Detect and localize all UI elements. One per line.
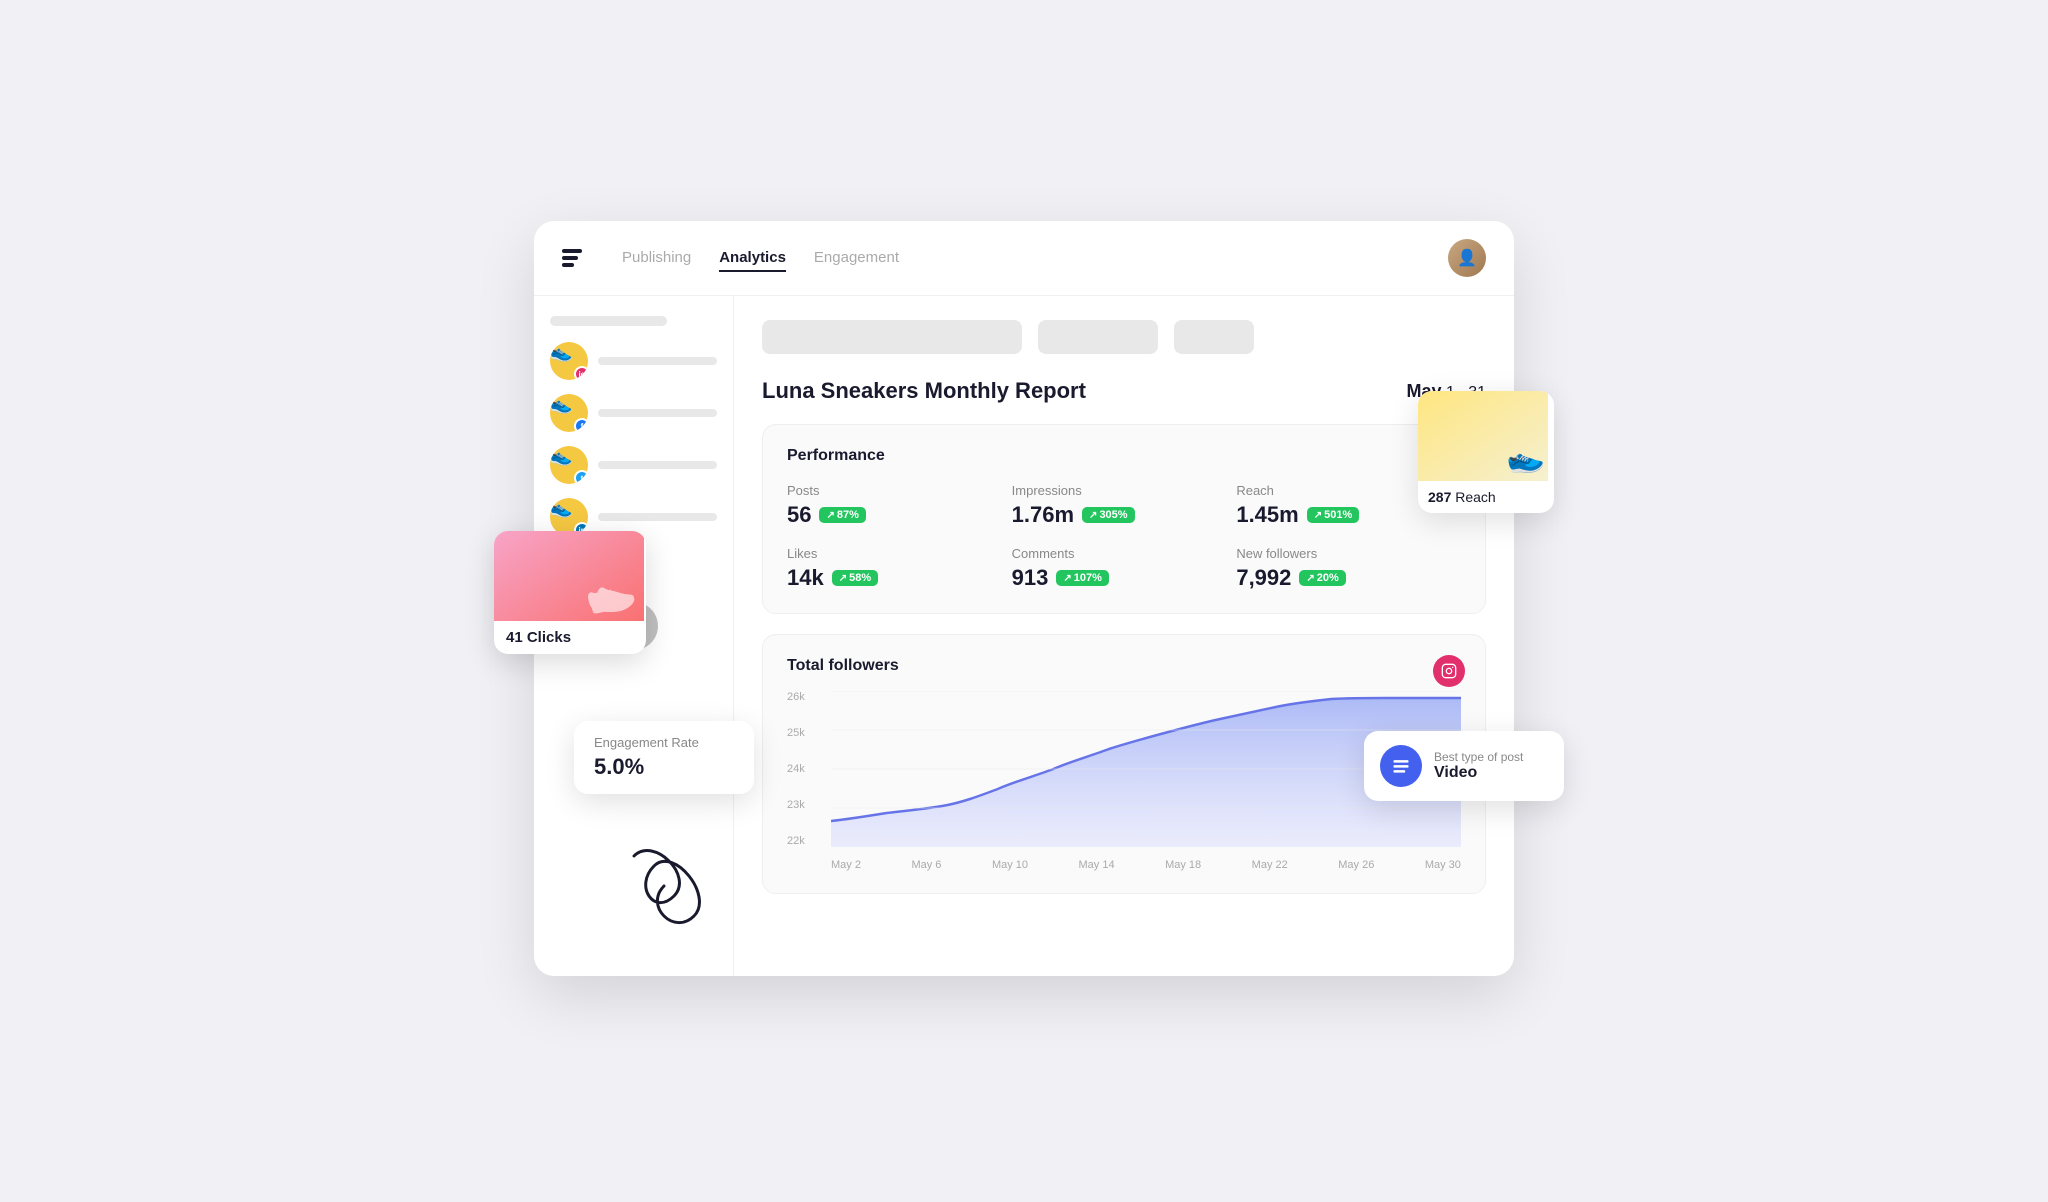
filter-skeleton-2 — [1038, 320, 1158, 354]
nav-tabs: Publishing Analytics Engagement — [622, 245, 1418, 272]
x-label-may10: May 10 — [992, 859, 1028, 871]
account-line-2 — [598, 409, 717, 417]
metric-posts: Posts 56 87% — [787, 483, 1012, 528]
best-post-label: Best type of post — [1434, 750, 1523, 764]
account-line-3 — [598, 461, 717, 469]
main-card: Publishing Analytics Engagement 👤 👟 ig — [534, 221, 1514, 976]
performance-title: Performance — [787, 447, 1461, 465]
metric-comments-value: 913 — [1012, 565, 1049, 591]
fb-badge: f — [574, 418, 588, 432]
account-line-4 — [598, 513, 717, 521]
x-label-may30: May 30 — [1425, 859, 1461, 871]
top-nav: Publishing Analytics Engagement 👤 — [534, 221, 1514, 296]
metric-likes-value: 14k — [787, 565, 824, 591]
tw-badge: t — [574, 470, 588, 484]
y-label-25k: 25k — [787, 727, 827, 739]
metric-impressions-badge: 305% — [1082, 507, 1135, 523]
reach-card-label: 287 Reach — [1418, 481, 1554, 513]
metric-likes-value-row: 14k 58% — [787, 565, 1012, 591]
chart-area: 26k 25k 24k 23k 22k — [787, 691, 1461, 871]
metric-comments-value-row: 913 107% — [1012, 565, 1237, 591]
layout: 👟 ig 👟 f 👟 t — [534, 296, 1514, 976]
reach-card-image — [1418, 391, 1548, 481]
account-avatar-tw: 👟 t — [550, 446, 588, 484]
tab-analytics[interactable]: Analytics — [719, 245, 786, 272]
x-label-may14: May 14 — [1079, 859, 1115, 871]
y-label-24k: 24k — [787, 763, 827, 775]
chart-title: Total followers — [787, 657, 1461, 675]
metric-impressions-label: Impressions — [1012, 483, 1237, 498]
performance-grid: Posts 56 87% Impressions 1.76m 305% — [787, 483, 1461, 591]
metric-new-followers-label: New followers — [1236, 546, 1461, 561]
x-label-may18: May 18 — [1165, 859, 1201, 871]
report-header: Luna Sneakers Monthly Report May 1– 31 — [762, 378, 1486, 404]
main-content: Luna Sneakers Monthly Report May 1– 31 P… — [734, 296, 1514, 976]
metric-likes-label: Likes — [787, 546, 1012, 561]
avatar[interactable]: 👤 — [1448, 239, 1486, 277]
filter-skeleton-1 — [762, 320, 1022, 354]
filter-skeleton-3 — [1174, 320, 1254, 354]
best-post-text: Best type of post Video — [1434, 750, 1523, 782]
filter-bar — [762, 320, 1486, 354]
account-line-1 — [598, 357, 717, 365]
metric-impressions: Impressions 1.76m 305% — [1012, 483, 1237, 528]
metric-reach-value: 1.45m — [1236, 502, 1298, 528]
performance-card: Performance Posts 56 — [762, 424, 1486, 614]
metric-impressions-value: 1.76m — [1012, 502, 1074, 528]
chart-ig-badge — [1433, 655, 1465, 687]
y-label-22k: 22k — [787, 835, 827, 847]
metric-comments-badge: 107% — [1056, 570, 1109, 586]
metric-posts-value: 56 — [787, 502, 811, 528]
metric-reach-badge: 501% — [1307, 507, 1360, 523]
x-label-may2: May 2 — [831, 859, 861, 871]
metric-comments-label: Comments — [1012, 546, 1237, 561]
metric-new-followers-value-row: 7,992 20% — [1236, 565, 1461, 591]
account-avatar-fb: 👟 f — [550, 394, 588, 432]
x-label-may6: May 6 — [911, 859, 941, 871]
sidebar-skeleton-1 — [550, 316, 667, 326]
float-reach-card: 287 Reach — [1418, 391, 1554, 513]
sidebar-account-1[interactable]: 👟 ig — [550, 342, 717, 380]
chart-x-labels: May 2 May 6 May 10 May 14 May 18 May 22 … — [831, 859, 1461, 871]
reach-value: 287 — [1428, 489, 1451, 505]
report-title: Luna Sneakers Monthly Report — [762, 378, 1086, 404]
engagement-value: 5.0% — [594, 754, 734, 780]
clicks-card-image — [494, 531, 644, 621]
metric-posts-value-row: 56 87% — [787, 502, 1012, 528]
metric-impressions-value-row: 1.76m 305% — [1012, 502, 1237, 528]
x-label-may26: May 26 — [1338, 859, 1374, 871]
sidebar-account-3[interactable]: 👟 t — [550, 446, 717, 484]
tab-engagement[interactable]: Engagement — [814, 245, 899, 272]
metric-posts-badge: 87% — [819, 507, 865, 523]
best-post-icon — [1380, 745, 1422, 787]
metric-likes: Likes 14k 58% — [787, 546, 1012, 591]
clicks-card-label: 41 Clicks — [494, 621, 646, 654]
chart-y-labels: 26k 25k 24k 23k 22k — [787, 691, 827, 847]
metric-new-followers-badge: 20% — [1299, 570, 1345, 586]
metric-likes-badge: 58% — [832, 570, 878, 586]
engagement-label: Engagement Rate — [594, 735, 734, 750]
sidebar-account-2[interactable]: 👟 f — [550, 394, 717, 432]
x-label-may22: May 22 — [1252, 859, 1288, 871]
tab-publishing[interactable]: Publishing — [622, 245, 691, 272]
best-post-value: Video — [1434, 764, 1523, 782]
ig-badge: ig — [574, 366, 588, 380]
logo-icon — [562, 249, 582, 267]
float-best-post-card: Best type of post Video — [1364, 731, 1564, 801]
metric-new-followers-value: 7,992 — [1236, 565, 1291, 591]
y-label-23k: 23k — [787, 799, 827, 811]
metric-comments: Comments 913 107% — [1012, 546, 1237, 591]
metric-new-followers: New followers 7,992 20% — [1236, 546, 1461, 591]
float-clicks-card: 41 Clicks — [494, 531, 646, 654]
account-avatar-ig: 👟 ig — [550, 342, 588, 380]
y-label-26k: 26k — [787, 691, 827, 703]
metric-posts-label: Posts — [787, 483, 1012, 498]
reach-label: Reach — [1455, 489, 1495, 505]
float-engagement-card: Engagement Rate 5.0% — [574, 721, 754, 794]
